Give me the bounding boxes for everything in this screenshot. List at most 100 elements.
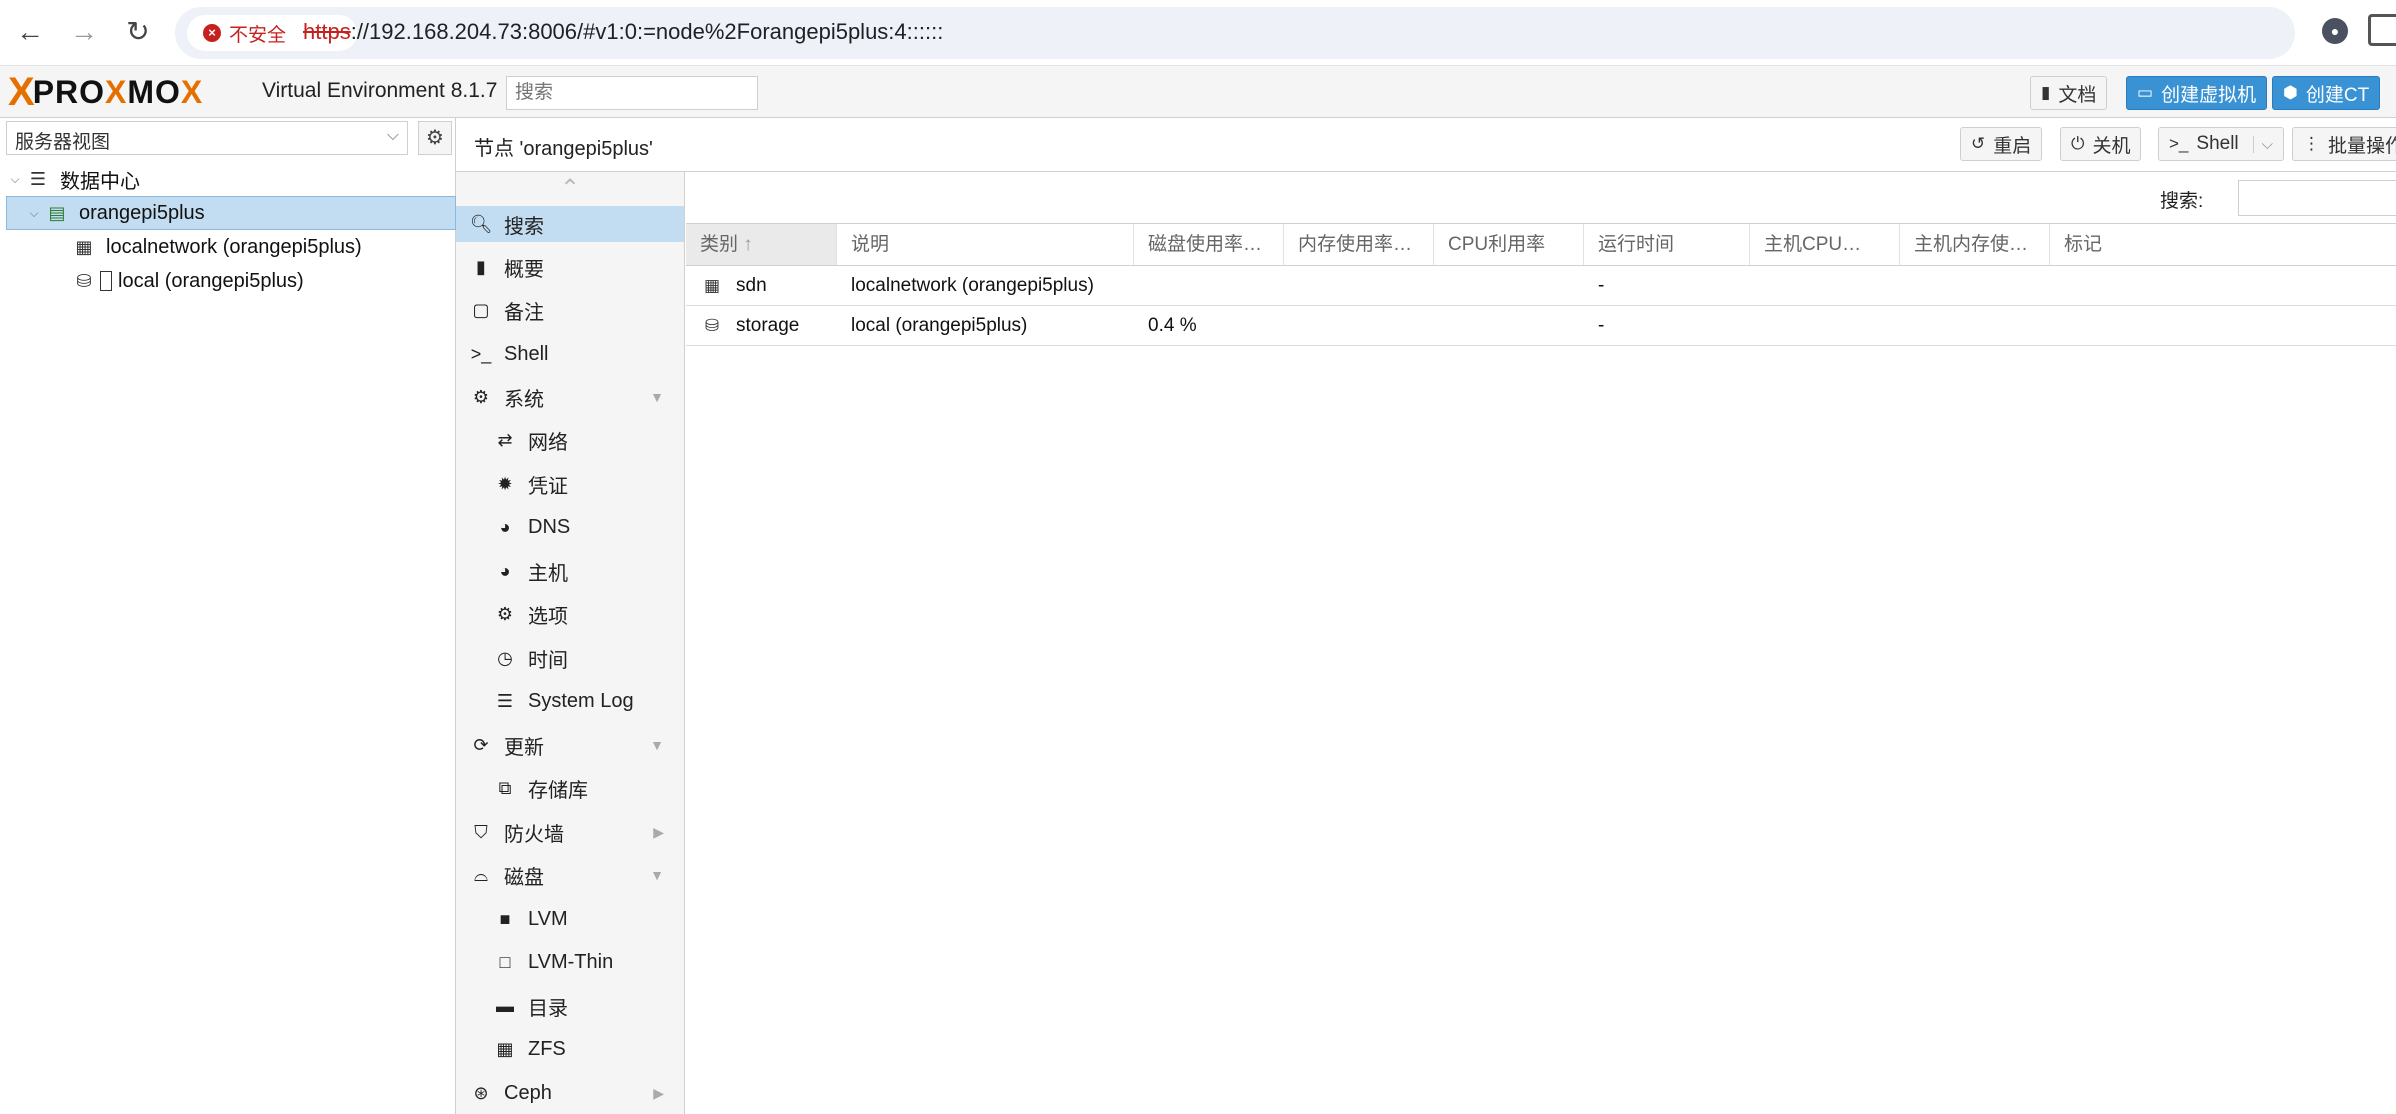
- undo-icon: ↺: [1971, 134, 1986, 153]
- browser-toolbar: ← → ↻ × 不安全 https://192.168.204.73:8006/…: [0, 0, 2396, 66]
- globe-icon: ◕: [499, 516, 511, 537]
- security-label: 不安全: [229, 24, 287, 46]
- menu-item-shell[interactable]: >_ Shell: [456, 336, 684, 372]
- menu-item-lvm-thin[interactable]: □ LVM-Thin: [456, 944, 684, 980]
- column-header-type[interactable]: 类别 ↑: [686, 224, 837, 265]
- grid-search-label: 搜索:: [2160, 191, 2204, 212]
- create-ct-button[interactable]: ⬢ 创建CT: [2272, 76, 2381, 110]
- gear-icon: ⚙: [496, 603, 514, 624]
- th-large-icon: ▦: [496, 1038, 514, 1059]
- shutdown-button[interactable]: ⏻ 关机: [2060, 127, 2142, 161]
- shell-button[interactable]: >_ Shell ⌵: [2158, 127, 2285, 161]
- logo-x-mark: X: [8, 70, 35, 114]
- column-header-disk-usage[interactable]: 磁盘使用率…: [1134, 224, 1284, 265]
- square-icon: ■: [499, 908, 511, 929]
- menu-item-updates[interactable]: ⟳ 更新 ▼: [456, 727, 684, 763]
- menu-item-system[interactable]: ⚙ 系统 ▼: [456, 379, 684, 415]
- power-icon: ⏻: [2071, 134, 2085, 153]
- collapse-icon[interactable]: ⌵: [25, 206, 43, 221]
- grid-icon: ▦: [75, 236, 93, 257]
- grid-toolbar: 搜索:: [686, 172, 2396, 224]
- menu-item-firewall[interactable]: ⛉ 防火墙 ▶: [456, 814, 684, 850]
- chevron-down-icon: ▼: [650, 389, 664, 405]
- ellipsis-v-icon: ⋮: [2303, 134, 2320, 153]
- node-online-icon: ▤: [48, 202, 66, 223]
- chevron-right-icon: ▶: [653, 1084, 664, 1101]
- grid-header: 类别 ↑ 说明 磁盘使用率… 内存使用率… CPU利用率 运行时间 主机CPU……: [686, 224, 2396, 266]
- url-rest: ://192.168.204.73:8006/#v1:0:=node%2Fora…: [350, 19, 944, 44]
- forward-icon[interactable]: →: [66, 14, 102, 50]
- column-header-cpu-usage[interactable]: CPU利用率: [1434, 224, 1584, 265]
- node-menu: ⌃ 🔍︎ 搜索 ▮ 概要 ▢ 备注 >_ Shell ⚙ 系统 ▼ ⇄ 网络 ✹ 凭证 ◕ DNS…: [456, 172, 685, 1114]
- square-outline-icon: □: [499, 951, 511, 972]
- url-scheme: https: [303, 19, 351, 44]
- chevron-down-icon: ⌵: [386, 127, 399, 144]
- pve-header: X PROXMOX Virtual Environment 8.1.7 ▮ 文档…: [0, 66, 2396, 118]
- menu-item-summary[interactable]: ▮ 概要: [456, 249, 684, 285]
- terminal-icon: >_: [2169, 134, 2189, 153]
- menu-item-ceph[interactable]: ⊛ Ceph ▶: [456, 1075, 684, 1111]
- certificate-icon: ✹: [497, 473, 513, 494]
- proxmox-logo: X PROXMOX: [8, 72, 203, 112]
- resource-tree-panel: 服务器视图 ⌵ ⚙ ⌵ ☰ 数据中心 ⌵ ▤ orangepi5plus ▦ l…: [0, 118, 456, 1114]
- column-header-description[interactable]: 说明: [837, 224, 1134, 265]
- chevron-down-icon[interactable]: ⌵: [2252, 135, 2273, 153]
- note-icon: ▢: [472, 299, 490, 320]
- menu-item-network[interactable]: ⇄ 网络: [456, 422, 684, 458]
- book-icon: ▮: [2041, 83, 2051, 102]
- scroll-up-icon[interactable]: ⌃: [456, 172, 684, 206]
- table-row[interactable]: ⛁ storage local (orangepi5plus) 0.4 % -: [686, 306, 2396, 346]
- column-header-memory-usage[interactable]: 内存使用率…: [1284, 224, 1434, 265]
- bulk-actions-button[interactable]: ⋮ 批量操作: [2292, 127, 2396, 161]
- tree-settings-gear-icon[interactable]: ⚙: [418, 121, 452, 155]
- menu-item-syslog[interactable]: ☰ System Log: [456, 683, 684, 719]
- table-row[interactable]: ▦ sdn localnetwork (orangepi5plus) -: [686, 266, 2396, 306]
- url-text[interactable]: https://192.168.204.73:8006/#v1:0:=node%…: [303, 19, 943, 45]
- menu-item-time[interactable]: ◷ 时间: [456, 640, 684, 676]
- node-title: 节点 'orangepi5plus': [474, 138, 653, 160]
- menu-item-directory[interactable]: ▬ 目录: [456, 988, 684, 1024]
- shield-icon: ⛉: [474, 821, 488, 842]
- extensions-icon[interactable]: [2368, 14, 2396, 46]
- chevron-down-icon: ▼: [650, 737, 664, 753]
- menu-item-hosts[interactable]: ◕ 主机: [456, 553, 684, 589]
- menu-item-dns[interactable]: ◕ DNS: [456, 509, 684, 545]
- reboot-button[interactable]: ↺ 重启: [1960, 127, 2043, 161]
- storage-status-box-icon: [100, 271, 112, 291]
- tree-node-orangepi5plus[interactable]: ⌵ ▤ orangepi5plus: [6, 196, 456, 230]
- column-header-host-cpu[interactable]: 主机CPU…: [1750, 224, 1900, 265]
- column-header-host-memory[interactable]: 主机内存使…: [1900, 224, 2050, 265]
- grid-icon: ▦: [703, 276, 721, 295]
- menu-item-certificates[interactable]: ✹ 凭证: [456, 466, 684, 502]
- menu-item-repositories[interactable]: ⧉ 存储库: [456, 770, 684, 806]
- docs-button[interactable]: ▮ 文档: [2030, 76, 2108, 110]
- column-header-tags[interactable]: 标记: [2050, 224, 2396, 265]
- menu-item-options[interactable]: ⚙ 选项: [456, 596, 684, 632]
- column-header-uptime[interactable]: 运行时间: [1584, 224, 1750, 265]
- address-bar[interactable]: × 不安全 https://192.168.204.73:8006/#v1:0:…: [175, 7, 2295, 59]
- menu-item-zfs[interactable]: ▦ ZFS: [456, 1031, 684, 1067]
- menu-item-notes[interactable]: ▢ 备注: [456, 292, 684, 328]
- search-grid: 搜索: 类别 ↑ 说明 磁盘使用率… 内存使用率… CPU利用率 运行时间 主机…: [686, 172, 2396, 1114]
- list-icon: ☰: [496, 690, 514, 711]
- create-vm-button[interactable]: ▭ 创建虚拟机: [2126, 76, 2268, 110]
- menu-item-search[interactable]: 🔍︎ 搜索: [456, 206, 684, 242]
- hdd-icon: ⌓: [473, 864, 489, 885]
- tree-node-localnetwork[interactable]: ▦ localnetwork (orangepi5plus): [6, 230, 456, 264]
- profile-icon[interactable]: ●: [2322, 18, 2348, 44]
- global-search-input[interactable]: [506, 76, 758, 110]
- view-select[interactable]: 服务器视图 ⌵: [6, 121, 408, 155]
- collapse-icon[interactable]: ⌵: [6, 172, 24, 187]
- reload-icon[interactable]: ↻: [120, 14, 156, 50]
- globe-icon: ◕: [499, 560, 511, 581]
- tree-node-datacenter[interactable]: ⌵ ☰ 数据中心: [6, 162, 456, 196]
- menu-item-disks[interactable]: ⌓ 磁盘 ▼: [456, 857, 684, 893]
- database-icon: ⛁: [704, 316, 720, 335]
- database-icon: ⛁: [76, 270, 92, 291]
- cogs-icon: ⚙: [472, 386, 490, 407]
- menu-item-lvm[interactable]: ■ LVM: [456, 901, 684, 937]
- grid-search-input[interactable]: [2238, 180, 2396, 216]
- tree-node-local-storage[interactable]: ⛁ local (orangepi5plus): [6, 264, 456, 298]
- chevron-down-icon: ▼: [650, 867, 664, 883]
- back-icon[interactable]: ←: [12, 14, 48, 50]
